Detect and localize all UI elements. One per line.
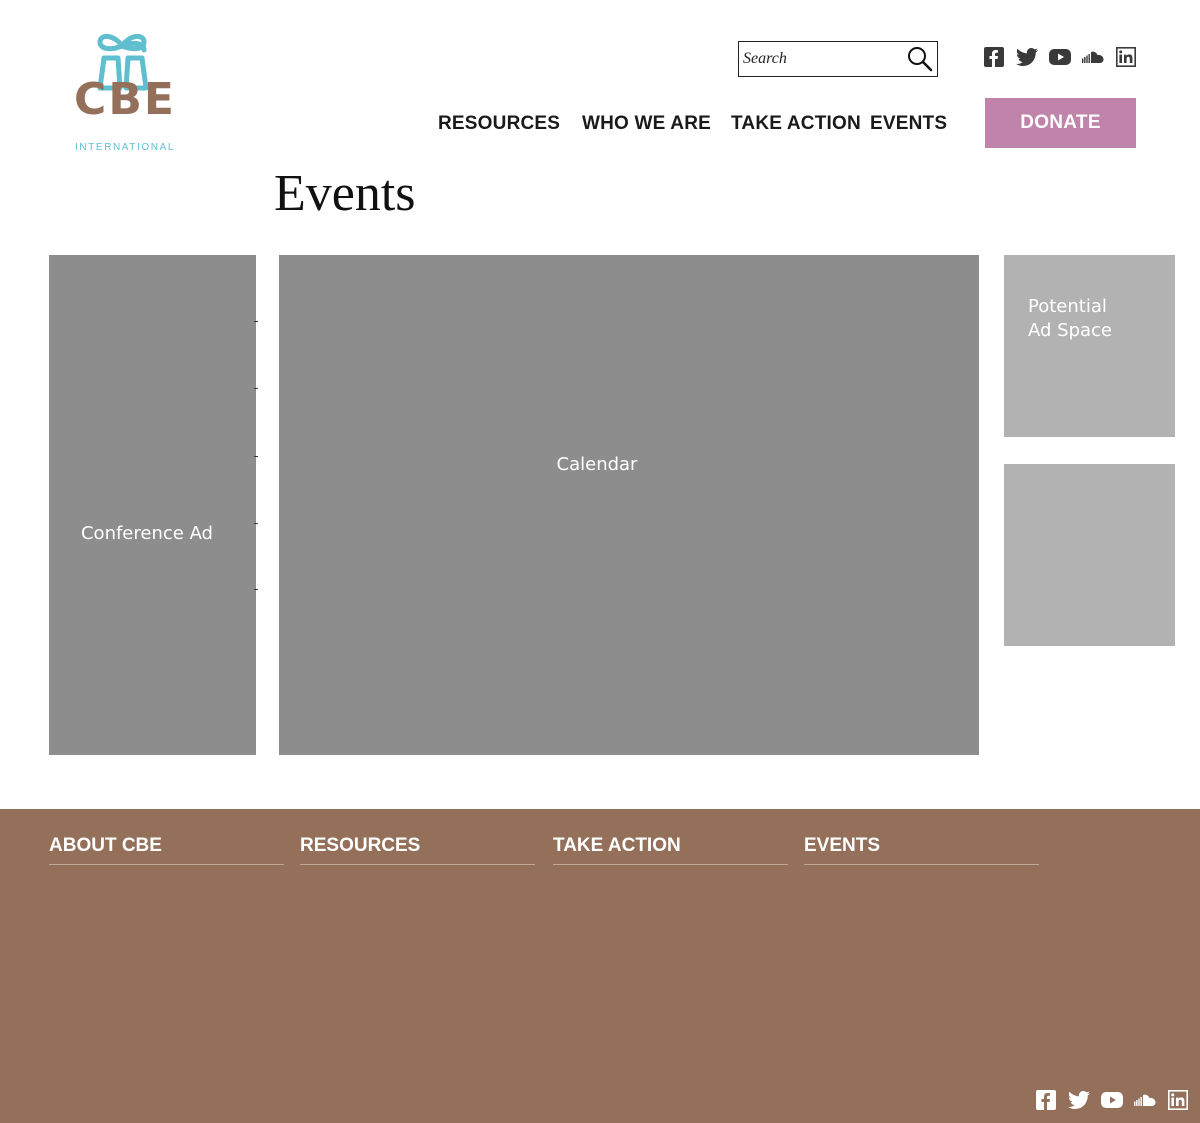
linkedin-icon[interactable] [1167,1089,1189,1111]
divider-tick [254,523,258,524]
search-icon[interactable] [907,46,933,72]
ad-space-label-line2: Ad Space [1028,320,1112,341]
nav-take-action[interactable]: TAKE ACTION [731,113,861,135]
page-title: Events [274,165,416,222]
youtube-icon[interactable] [1101,1089,1123,1111]
logo-wordmark: CBE [74,74,176,125]
site-footer: ABOUT CBE RESOURCES TAKE ACTION EVENTS [0,809,1200,1123]
divider-tick [254,589,258,590]
calendar-placeholder[interactable]: Calendar [279,255,979,755]
nav-resources[interactable]: RESOURCES [438,113,560,135]
facebook-icon[interactable] [1035,1089,1057,1111]
footer-column-resources: RESOURCES [300,835,535,865]
site-logo[interactable]: CBE INTERNATIONAL [72,30,178,156]
facebook-icon[interactable] [983,46,1005,68]
divider-tick [254,388,258,389]
twitter-icon[interactable] [1068,1089,1090,1111]
nav-who-we-are[interactable]: WHO WE ARE [582,113,711,135]
footer-heading-take-action[interactable]: TAKE ACTION [553,835,788,865]
footer-column-events: EVENTS [804,835,1039,865]
linkedin-icon[interactable] [1115,46,1137,68]
search-input[interactable] [743,46,903,72]
logo-subtitle: INTERNATIONAL [74,142,176,153]
nav-events[interactable]: EVENTS [870,113,947,135]
youtube-icon[interactable] [1049,46,1071,68]
conference-ad-label: Conference Ad [80,523,213,544]
footer-heading-about[interactable]: ABOUT CBE [49,835,284,865]
donate-button[interactable]: DONATE [985,98,1136,148]
header-social-links [983,46,1148,68]
footer-column-about: ABOUT CBE [49,835,284,865]
soundcloud-icon[interactable] [1082,46,1104,68]
footer-heading-resources[interactable]: RESOURCES [300,835,535,865]
ad-space-label: Potential Ad Space [1028,295,1112,343]
search-box [738,41,938,77]
calendar-label: Calendar [556,454,638,475]
twitter-icon[interactable] [1016,46,1038,68]
ad-space-placeholder[interactable]: Potential Ad Space [1004,255,1175,437]
divider-tick [254,321,258,322]
soundcloud-icon[interactable] [1134,1089,1156,1111]
ad-space-label-line1: Potential [1028,296,1107,317]
secondary-ad-placeholder[interactable] [1004,464,1175,646]
footer-heading-events[interactable]: EVENTS [804,835,1039,865]
divider-tick [254,456,258,457]
conference-ad-placeholder[interactable]: Conference Ad [49,255,256,755]
footer-social-links [1035,1089,1200,1111]
footer-column-take-action: TAKE ACTION [553,835,788,865]
